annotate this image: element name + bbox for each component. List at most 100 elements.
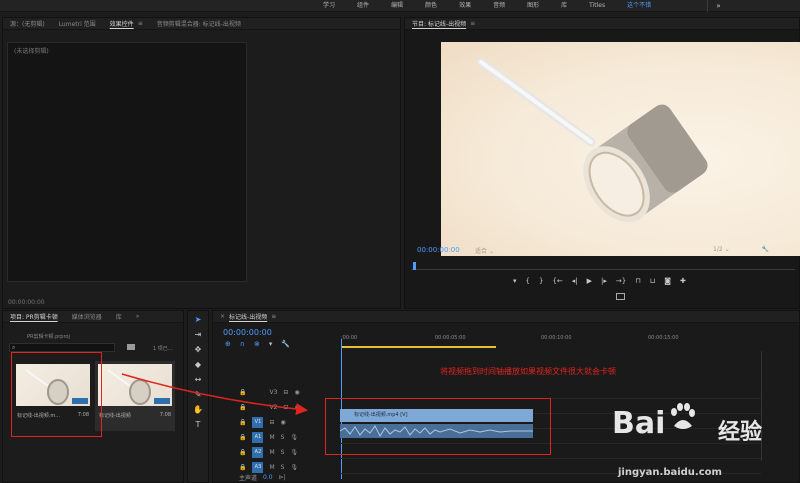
program-monitor: 节目: 标记线-出视频 ≡ 00:00:00:00 适合 ⌄ 1/2 ⌄ 🔧 ▾… (404, 17, 800, 309)
search-icon: ⌕ (12, 344, 16, 351)
item-count: 1 项已… (153, 346, 173, 352)
effect-controls-area: (未选择剪辑) (7, 42, 247, 282)
tab-audio-clip-mixer[interactable]: 音频剪辑混合器: 标记线-出视频 (157, 19, 241, 28)
lock-icon[interactable]: 🔒 (239, 434, 246, 441)
project-item-clip[interactable]: 标记线-出视频.m... 7:08 (13, 361, 93, 431)
track-header-a2: 🔒 A2 M S 🎙 (213, 445, 341, 459)
button-editor-icon[interactable]: ✚ (680, 277, 686, 285)
watermark-cn: 经验 (718, 420, 763, 445)
workspace-tab-graphics[interactable]: 图形 (516, 0, 550, 12)
mic-icon[interactable]: 🎙 (290, 434, 298, 441)
panel-more-icon[interactable]: » (136, 313, 140, 320)
mark-in-icon[interactable]: { (526, 277, 530, 285)
workspace-tab-effects[interactable]: 效果 (448, 0, 482, 12)
mic-icon[interactable]: 🎙 (290, 449, 298, 456)
tab-effect-controls[interactable]: 效果控件 (110, 19, 134, 28)
track-header-master: 主声道 0.0 ⊳| (213, 470, 341, 483)
compare-view-icon[interactable] (616, 293, 625, 300)
workspace-more-button[interactable]: » (707, 0, 729, 12)
lamp-thumb-image (25, 369, 88, 405)
project-search-input[interactable]: ⌕ (9, 343, 115, 352)
timeline-settings-icon[interactable]: 🔧 (281, 340, 290, 348)
workspace-tab-color[interactable]: 颜色 (414, 0, 448, 12)
tab-program[interactable]: 节目: 标记线-出视频 (412, 19, 466, 28)
tab-project[interactable]: 项目: PR剪辑卡顿 (10, 312, 58, 321)
new-bin-icon[interactable] (127, 344, 135, 350)
lock-icon[interactable]: 🔒 (239, 449, 246, 456)
mark-out-icon[interactable]: } (539, 277, 543, 285)
solo-button[interactable]: S (281, 434, 285, 441)
clip-thumbnail (16, 364, 90, 406)
audio-clip[interactable] (340, 424, 533, 438)
track-target[interactable]: A1 (252, 431, 264, 443)
lamp-image (476, 57, 708, 223)
type-tool-icon[interactable]: T (191, 419, 205, 431)
workspace-tab-audio[interactable]: 音频 (482, 0, 516, 12)
mute-button[interactable]: M (269, 434, 274, 441)
to-end-icon[interactable]: ⊳| (279, 474, 286, 481)
solo-button[interactable]: S (281, 449, 285, 456)
paw-icon (671, 403, 695, 429)
wrench-icon[interactable]: 🔧 (762, 246, 769, 253)
panel-menu-icon[interactable]: ≡ (138, 20, 143, 27)
tab-media-browser[interactable]: 媒体浏览器 (72, 312, 102, 321)
insert-sequence-icon[interactable]: ⊕ (225, 340, 231, 348)
tab-source[interactable]: 源：(无剪辑) (10, 19, 45, 28)
snap-icon[interactable]: ∩ (240, 340, 245, 348)
workspace-tab-learn[interactable]: 学习 (312, 0, 346, 12)
camera-icon[interactable]: ◙ (664, 277, 671, 285)
mute-button[interactable]: M (269, 449, 274, 456)
source-timecode[interactable]: 00:00:00:00 (8, 299, 45, 306)
resolution-value: 1/2 (713, 246, 723, 253)
ruler-label: 00:00:10:00 (541, 335, 572, 341)
watermark-logo: Bai (612, 406, 666, 441)
master-label: 主声道 (239, 474, 258, 482)
track-header-a1: 🔒 A1 M S 🎙 (213, 430, 341, 444)
close-icon[interactable]: × (220, 313, 225, 320)
extract-icon[interactable]: ⊔ (650, 277, 655, 285)
timeline-timecode[interactable]: 00:00:00:00 (223, 328, 272, 337)
workspace-tab-custom[interactable]: 这个不错 (616, 0, 662, 12)
program-playhead[interactable] (413, 262, 416, 270)
workspace-tab-editing[interactable]: 编辑 (380, 0, 414, 12)
track-target[interactable]: A2 (252, 446, 264, 458)
track-lane-a2[interactable] (341, 445, 761, 459)
play-icon[interactable]: ▶ (587, 277, 592, 285)
master-value[interactable]: 0.0 (263, 474, 273, 481)
track-select-tool-icon[interactable]: ⇥ (191, 329, 205, 341)
program-video-frame (441, 42, 800, 256)
panel-header: 源：(无剪辑) Lumetri 范围 效果控件 ≡ 音频剪辑混合器: 标记线-出… (3, 18, 400, 30)
resolution-select[interactable]: 1/2 ⌄ 🔧 (713, 246, 769, 253)
program-time-ruler[interactable] (411, 262, 795, 270)
project-file-name: PR剪辑卡顿.prproj (27, 334, 70, 340)
workspace-tab-titles[interactable]: Titles (578, 0, 616, 12)
panel-menu-icon[interactable]: ≡ (470, 20, 475, 27)
go-to-in-icon[interactable]: {← (552, 277, 562, 285)
program-timecode[interactable]: 00:00:00:00 (417, 246, 460, 254)
transport-controls: ▾ { } {← ◂| ▶ |▸ →} ⊓ ⊔ ◙ ✚ (513, 277, 686, 285)
track-lane-v3[interactable] (341, 385, 761, 399)
workspace-tab-assembly[interactable]: 组件 (346, 0, 380, 12)
panel-menu-icon[interactable]: ≡ (271, 313, 276, 320)
linked-selection-icon[interactable]: ⊗ (254, 340, 260, 348)
work-area-bar[interactable] (341, 346, 496, 348)
selection-tool-icon[interactable]: ➤ (191, 314, 205, 326)
watermark-url: jingyan.baidu.com (618, 467, 722, 478)
video-clip[interactable]: 标记线-出视频.mp4 [V] (340, 409, 533, 422)
step-back-icon[interactable]: ◂| (572, 277, 578, 285)
clip-duration: 7:08 (77, 412, 89, 418)
panel-header: × 标记线-出视频 ≡ (213, 311, 799, 323)
zoom-select[interactable]: 适合 ⌄ (475, 246, 494, 255)
audio-waveform (340, 425, 533, 438)
ripple-edit-tool-icon[interactable]: ✥ (191, 344, 205, 356)
add-marker-icon[interactable]: ▾ (269, 340, 273, 348)
tab-sequence[interactable]: 标记线-出视频 (229, 312, 267, 321)
chevron-down-icon: ⌄ (488, 248, 494, 255)
marker-icon[interactable]: ▾ (513, 277, 517, 285)
workspace-tab-libraries[interactable]: 库 (550, 0, 578, 12)
tab-libraries[interactable]: 库 (116, 312, 122, 321)
tab-lumetri-scopes[interactable]: Lumetri 范围 (59, 19, 96, 28)
step-forward-icon[interactable]: |▸ (601, 277, 607, 285)
lift-icon[interactable]: ⊓ (635, 277, 640, 285)
go-to-out-icon[interactable]: →} (616, 277, 626, 285)
